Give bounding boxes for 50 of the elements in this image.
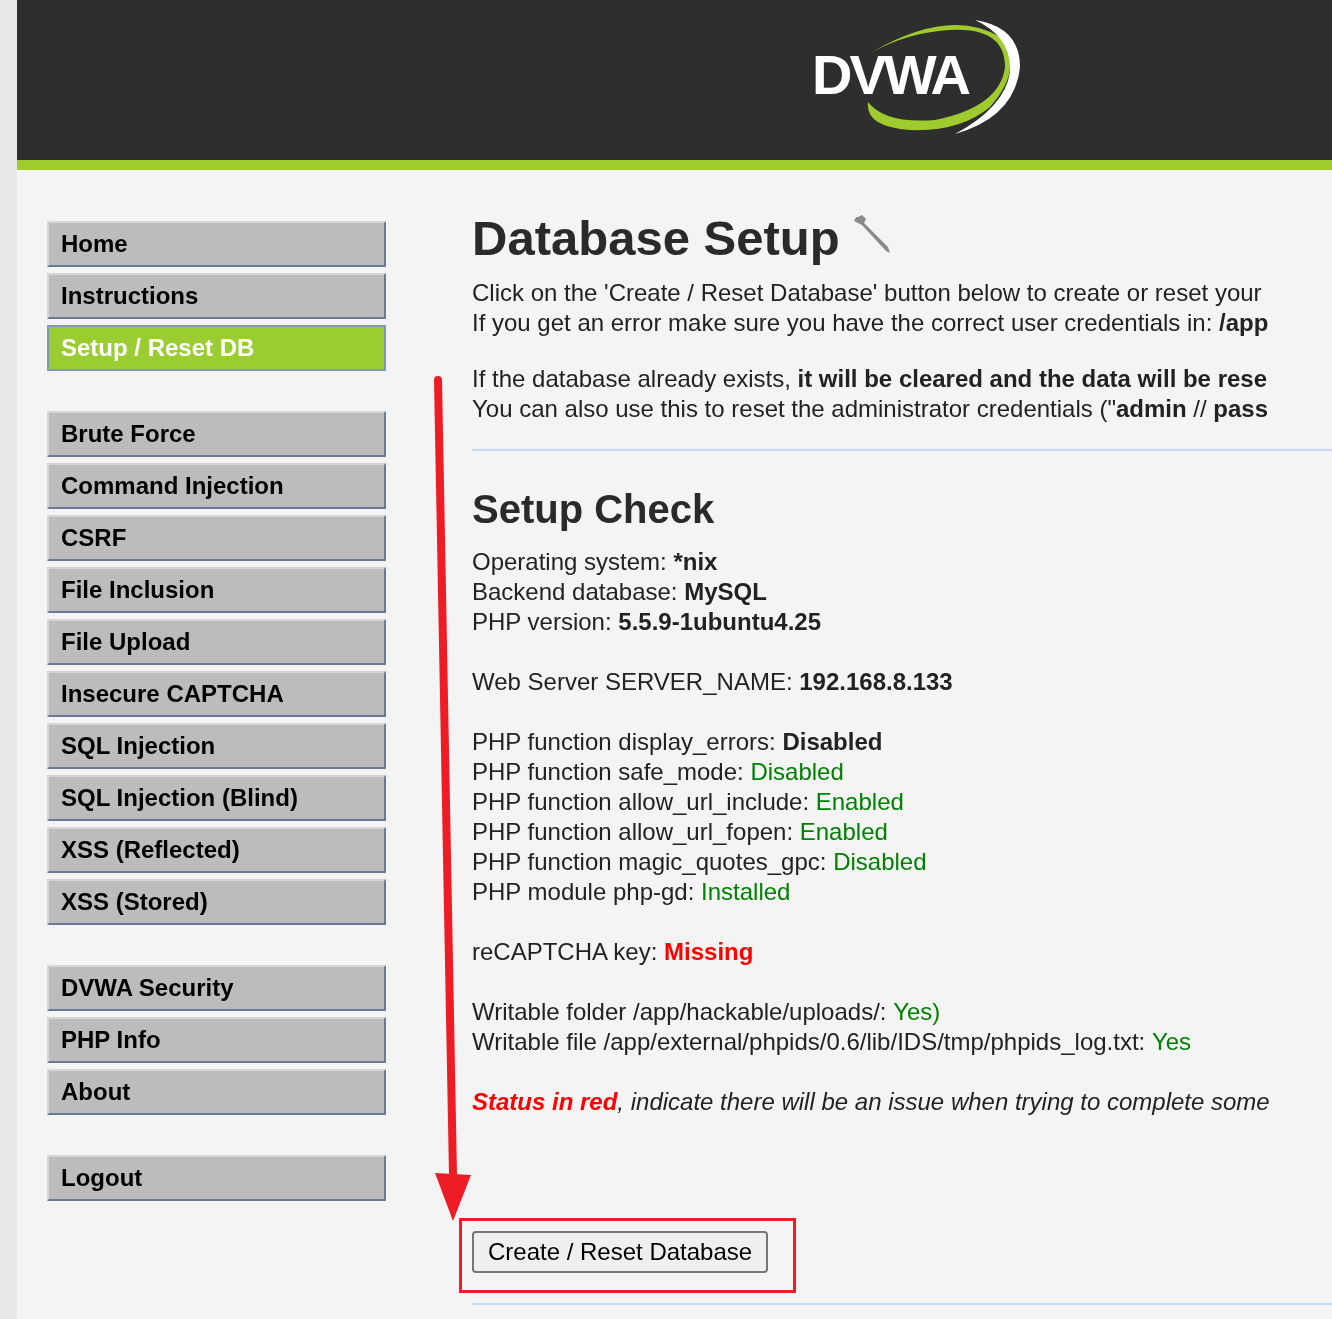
- check-value: Installed: [701, 877, 791, 907]
- check-label: reCAPTCHA key:: [472, 937, 659, 967]
- menu-item[interactable]: File Inclusion: [47, 567, 386, 613]
- intro-text: If you get an error make sure you have the correct user credentials in: /app: [472, 308, 1269, 338]
- create-reset-database-button[interactable]: Create / Reset Database: [472, 1231, 769, 1273]
- page-title: Database Setup: [472, 210, 840, 267]
- menu-item[interactable]: CSRF: [47, 515, 386, 561]
- menu-item[interactable]: PHP Info: [47, 1017, 386, 1063]
- check-value: Yes: [1151, 1027, 1192, 1057]
- intro-text: Click on the 'Create / Reset Database' button below to create or reset your: [472, 278, 1262, 308]
- menu-item[interactable]: Insecure CAPTCHA: [47, 671, 386, 717]
- check-value: Disabled: [833, 847, 927, 877]
- check-label: Backend database:: [472, 577, 679, 607]
- check-label: PHP version:: [472, 607, 613, 637]
- check-value: 5.5.9-1ubuntu4.25: [618, 607, 822, 637]
- menu-item[interactable]: Instructions: [47, 273, 386, 319]
- intro-text: You can also use this to reset the administrator credentials ("admin // pass: [472, 394, 1269, 424]
- check-value: Enabled: [799, 817, 888, 847]
- check-value: Missing: [664, 937, 754, 967]
- check-label: Writable folder /app/hackable/uploads/:: [472, 997, 888, 1027]
- check-label: Operating system:: [472, 547, 668, 577]
- check-label: Writable file /app/external/phpids/0.6/lib/IDS/tmp/phpids_log.txt:: [472, 1027, 1147, 1057]
- menu-item[interactable]: SQL Injection (Blind): [47, 775, 386, 821]
- status-note: Status in red, indicate there will be an issue when trying to complete some: [472, 1087, 1270, 1117]
- check-value: Disabled: [782, 727, 883, 757]
- intro-text: If the database already exists, it will be cleared and the data will be rese: [472, 364, 1268, 394]
- menu-item[interactable]: XSS (Reflected): [47, 827, 386, 873]
- menu-item[interactable]: SQL Injection: [47, 723, 386, 769]
- menu-item[interactable]: Home: [47, 221, 386, 267]
- menu-item[interactable]: Brute Force: [47, 411, 386, 457]
- check-label: PHP function magic_quotes_gpc:: [472, 847, 828, 877]
- check-value: *nix: [673, 547, 718, 577]
- check-value: MySQL: [684, 577, 767, 607]
- menu-item[interactable]: About: [47, 1069, 386, 1115]
- check-label: PHP function safe_mode:: [472, 757, 745, 787]
- check-label: PHP function display_errors:: [472, 727, 777, 757]
- menu-item[interactable]: File Upload: [47, 619, 386, 665]
- check-value: Disabled: [750, 757, 844, 787]
- menu-item[interactable]: DVWA Security: [47, 965, 386, 1011]
- check-label: PHP module php-gd:: [472, 877, 696, 907]
- menu-item[interactable]: Command Injection: [47, 463, 386, 509]
- check-value: 192.168.8.133: [799, 667, 953, 697]
- check-value: Enabled: [815, 787, 904, 817]
- check-label: Web Server SERVER_NAME:: [472, 667, 794, 697]
- check-label: PHP function allow_url_include:: [472, 787, 811, 817]
- section-title: Setup Check: [472, 486, 716, 533]
- check-label: PHP function allow_url_fopen:: [472, 817, 795, 847]
- menu-item[interactable]: Logout: [47, 1155, 386, 1201]
- check-value: Yes): [893, 997, 941, 1027]
- menu-item[interactable]: XSS (Stored): [47, 879, 386, 925]
